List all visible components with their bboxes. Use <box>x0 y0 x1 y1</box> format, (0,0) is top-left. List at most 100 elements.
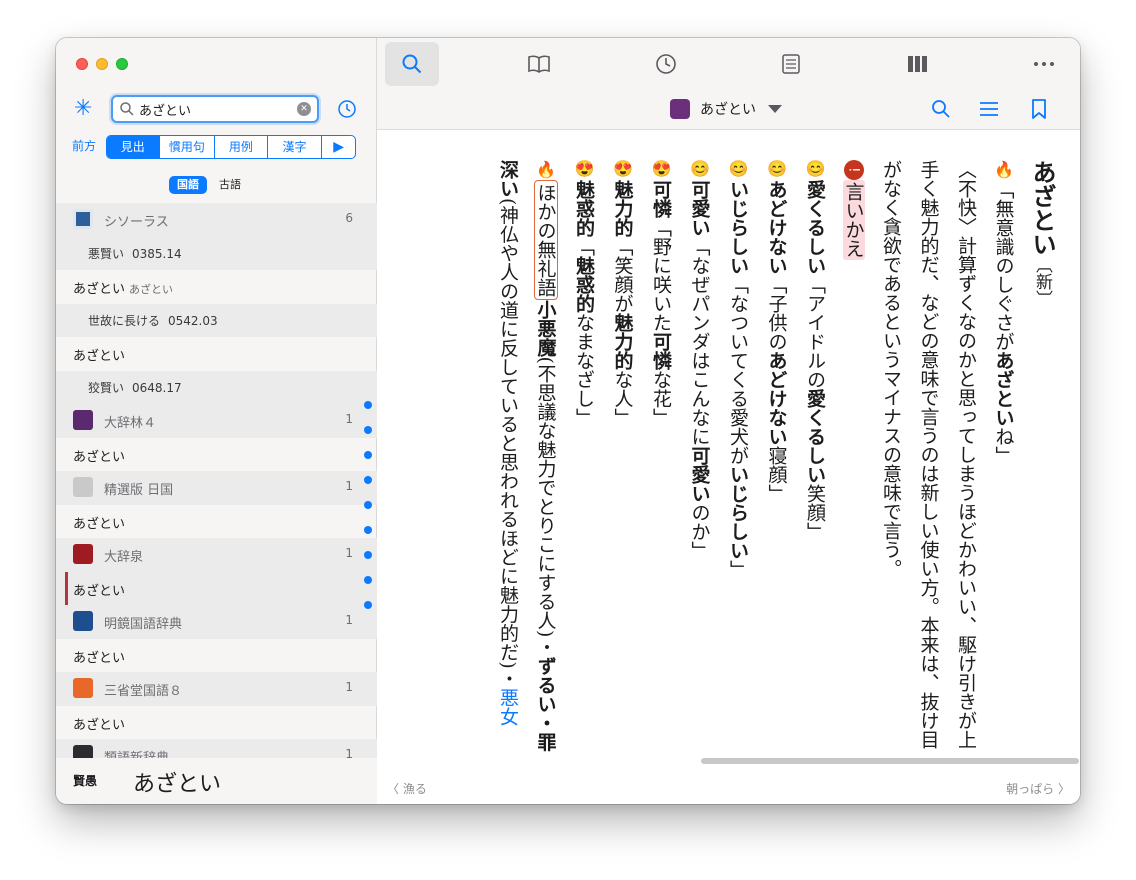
list-item[interactable]: 悪賢い 0385.14 <box>56 236 377 270</box>
dict-count: 1 <box>345 680 353 694</box>
search-type-segmented-control: 見出 慣用句 用例 漢字 ▶ <box>106 135 356 159</box>
search-mode-label[interactable]: 前方 <box>72 137 96 154</box>
synonym-word: 愛くるしい <box>804 179 826 275</box>
unread-dot <box>364 426 372 434</box>
dict-count: 6 <box>345 211 353 225</box>
app-window: ✳ ✕ 前方 見出 慣用句 用例 漢字 ▶ 国語 古語 <box>56 38 1080 804</box>
dict-name: シソーラス <box>104 215 169 230</box>
unread-dot <box>364 526 372 534</box>
dictionary-selector[interactable]: あざとい <box>670 99 782 119</box>
synonym-example-keyword: 愛くるしい <box>804 388 826 484</box>
asterisk-icon[interactable]: ✳ <box>74 98 92 120</box>
other-text: 力的だ)・ <box>497 604 519 688</box>
entry-header-bar: あざとい <box>377 90 1080 130</box>
main-pane: あざとい あざとい〔新〕 🔥「無意識のしぐさがあざといね」 〈不快〉計算ずくなの… <box>377 38 1080 804</box>
search-input[interactable] <box>139 99 299 119</box>
list-item-headword: あざとい <box>73 650 126 666</box>
history-icon[interactable] <box>337 99 357 119</box>
list-item-text: 狡賢い <box>88 380 125 395</box>
language-era-switch: 国語 古語 <box>169 176 249 194</box>
definition-text: 〈不快〉計算ずくなのかと思ってしまうほどかわいい、駆け引きが上手く魅力的だ、など… <box>880 160 977 749</box>
zoom-window-button[interactable] <box>116 58 128 70</box>
search-icon <box>402 54 422 74</box>
dict-row-sanseido[interactable]: 三省堂国語８ 1 <box>56 672 377 706</box>
synonym-example: なまなざし」 <box>573 312 595 427</box>
daijisen-dict-icon <box>73 544 93 564</box>
dict-name: 明鏡国語辞典 <box>104 617 183 632</box>
list-item[interactable]: あざとい <box>56 706 377 740</box>
list-item[interactable]: あざとい <box>56 639 377 673</box>
footer-word: あざとい <box>133 772 222 797</box>
library-tab-button[interactable] <box>891 42 945 86</box>
history-tab-button[interactable] <box>639 42 693 86</box>
unread-dot <box>364 451 372 459</box>
synonym-example: 「なぜパンダはこんなに <box>688 236 711 446</box>
list-item[interactable]: あざとい <box>56 337 377 371</box>
synonym-example-keyword: 可憐 <box>650 331 672 370</box>
list-item-number: 0648.17 <box>132 380 182 395</box>
dict-name: 大辞林４ <box>104 416 157 431</box>
clock-icon <box>656 54 676 74</box>
entry-link[interactable]: 悪女 <box>497 688 519 726</box>
list-item[interactable]: 世故に長ける 0542.03 <box>56 303 377 337</box>
dictionary-icon <box>670 99 690 119</box>
list-tab-button[interactable] <box>764 42 818 86</box>
segment-kanji[interactable]: 漢字 <box>268 136 323 158</box>
synonym-example: な花」 <box>650 369 672 427</box>
next-entry-link[interactable]: 朝っぱら 〉 <box>1006 780 1070 797</box>
era-modern-button[interactable]: 国語 <box>169 176 207 194</box>
segment-more-button[interactable]: ▶ <box>322 136 355 158</box>
dict-row-thesaurus[interactable]: シソーラス 6 <box>56 203 377 237</box>
synonym-example: な人」 <box>611 369 634 427</box>
list-item[interactable]: あざとい あざとい <box>56 270 377 304</box>
close-window-button[interactable] <box>76 58 88 70</box>
dict-row-meikyo[interactable]: 明鏡国語辞典 1 <box>56 605 377 639</box>
dict-name: 大辞泉 <box>104 550 144 565</box>
unread-dot <box>364 501 372 509</box>
alert-icon: ! <box>843 160 864 180</box>
dict-count: 1 <box>345 546 353 560</box>
list-item[interactable]: あざとい <box>56 505 377 539</box>
smile-emoji-icon: 😊 <box>690 160 710 180</box>
synonym-example-keyword: あどけない <box>765 350 788 446</box>
list-item-number: 0385.14 <box>132 246 182 261</box>
search-tab-button[interactable] <box>385 42 439 86</box>
list-item[interactable]: あざとい <box>56 438 377 472</box>
segment-example[interactable]: 用例 <box>215 136 268 158</box>
example-text: 「無意識のしぐさが <box>992 179 1015 351</box>
minimize-window-button[interactable] <box>96 58 108 70</box>
dict-row-nikkoku[interactable]: 精選版 日国 1 <box>56 471 377 505</box>
menu-icon[interactable] <box>978 98 1000 120</box>
list-item-selected[interactable]: あざとい <box>56 571 377 605</box>
synonym-example: 「野に咲いた <box>650 217 672 332</box>
horizontal-scrollbar[interactable] <box>701 758 1079 764</box>
list-item[interactable]: 狡賢い 0648.17 <box>56 370 377 404</box>
heart-eyes-emoji-icon: 😍 <box>575 160 594 180</box>
dict-row-daijirin[interactable]: 大辞林４ 1 <box>56 404 377 438</box>
synonym-word: 魅惑的 <box>573 179 595 237</box>
list-item-headword: あざとい <box>73 282 126 297</box>
bookmark-icon[interactable] <box>1028 98 1050 120</box>
example-keyword: あざとい <box>992 350 1015 427</box>
vertical-entry-text: あざとい〔新〕 🔥「無意識のしぐさがあざといね」 〈不快〉計算ずくなのかと思って… <box>489 160 1061 760</box>
synonym-example: 「なついてくる愛犬が <box>727 274 749 465</box>
segment-headword[interactable]: 見出 <box>107 136 160 158</box>
example-text: ね」 <box>992 426 1015 465</box>
entry-title: あざとい <box>700 102 756 118</box>
book-tab-button[interactable] <box>512 42 566 86</box>
prev-entry-link[interactable]: 〈 漁る <box>387 780 427 797</box>
era-classical-button[interactable]: 古語 <box>211 176 249 194</box>
clear-search-icon[interactable]: ✕ <box>297 102 311 116</box>
segment-idiom[interactable]: 慣用句 <box>160 136 216 158</box>
selection-indicator <box>65 571 68 605</box>
search-icon <box>120 102 134 116</box>
smile-emoji-icon: 😊 <box>806 160 825 180</box>
find-in-page-icon[interactable] <box>930 98 952 120</box>
unread-dot <box>364 576 372 584</box>
search-field[interactable]: ✕ <box>111 95 319 123</box>
daijirin-dict-icon <box>73 410 93 430</box>
dict-row-daijisen[interactable]: 大辞泉 1 <box>56 538 377 572</box>
books-icon <box>908 56 927 72</box>
list-item-headword: あざとい <box>73 516 126 532</box>
more-button[interactable] <box>1017 42 1071 86</box>
